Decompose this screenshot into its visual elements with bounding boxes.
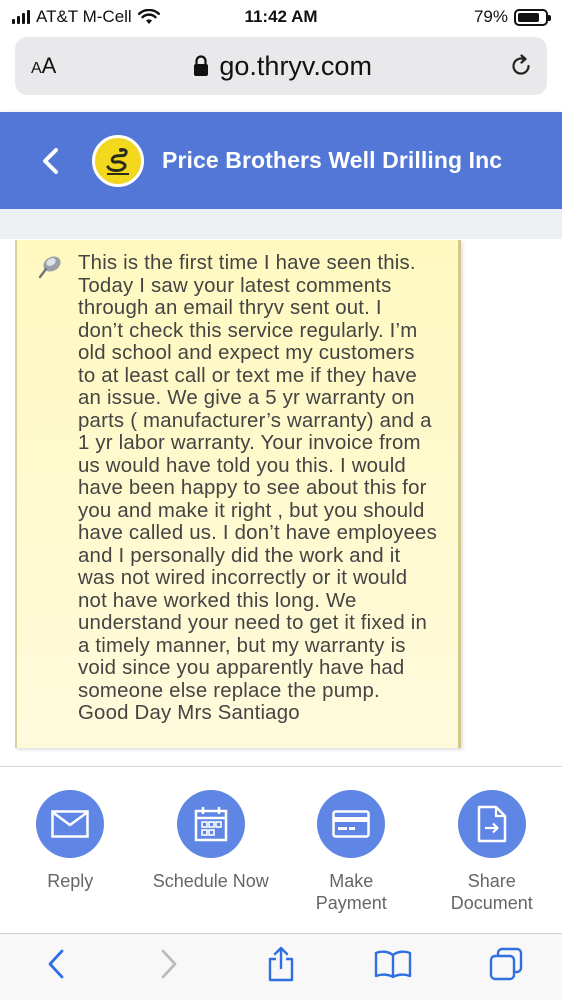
owner-reply-card: This is the first time I have seen this.…: [15, 240, 461, 748]
calendar-icon: [194, 807, 227, 842]
status-bar-left: AT&T M-Cell: [12, 7, 160, 27]
make-payment-action[interactable]: Make Payment: [281, 790, 422, 914]
back-icon: [48, 949, 64, 979]
status-bar-right: 79%: [473, 7, 551, 27]
lock-icon: [194, 55, 209, 76]
browser-forward-button[interactable]: [139, 939, 199, 989]
document-share-icon: [477, 805, 506, 843]
reply-label: Reply: [47, 871, 94, 891]
battery-percent: 79%: [473, 7, 508, 26]
browser-toolbar: [0, 933, 562, 1000]
browser-share-button[interactable]: [251, 939, 311, 989]
back-icon[interactable]: [40, 147, 62, 175]
make-payment-button[interactable]: [317, 790, 386, 858]
signal-strength-icon: [12, 10, 30, 24]
make-payment-label: Make Payment: [315, 871, 387, 913]
bookmarks-icon: [375, 950, 412, 979]
url-display[interactable]: go.thryv.com: [193, 51, 372, 82]
business-name: Price Brothers Well Drilling Inc: [162, 147, 503, 173]
status-bar: AT&T M-Cell 11:42 AM 79%: [0, 0, 562, 34]
business-logo: [92, 134, 144, 187]
owner-reply-text: This is the first time I have seen this.…: [78, 252, 437, 724]
browser-tabs-button[interactable]: [476, 939, 536, 989]
envelope-icon: [51, 810, 89, 838]
wifi-icon: [137, 9, 160, 24]
schedule-now-label: Schedule Now: [152, 871, 269, 891]
address-bar[interactable]: AA go.thryv.com: [15, 37, 547, 95]
schedule-now-action[interactable]: Schedule Now: [141, 790, 282, 914]
snake-flag-logo-icon: [99, 141, 137, 180]
app-header: Price Brothers Well Drilling Inc: [0, 112, 562, 209]
credit-card-icon: [332, 810, 370, 838]
share-document-action[interactable]: Share Document: [422, 790, 562, 914]
share-icon: [268, 946, 294, 982]
browser-back-button[interactable]: [26, 939, 86, 989]
pushpin-icon: [38, 256, 61, 279]
tabs-icon: [489, 947, 522, 981]
forward-icon: [161, 949, 176, 979]
action-bar: Reply Schedule Now Make Payment Share Do…: [0, 790, 562, 914]
carrier-name: AT&T M-Cell: [36, 7, 132, 26]
battery-icon: [514, 8, 551, 26]
share-document-button[interactable]: [457, 790, 526, 858]
share-document-label: Share Document: [450, 871, 533, 913]
header-spacer: [0, 209, 562, 239]
reply-button[interactable]: [36, 790, 105, 858]
reload-icon[interactable]: [509, 54, 533, 78]
browser-bookmarks-button[interactable]: [363, 939, 423, 989]
reply-action[interactable]: Reply: [0, 790, 141, 914]
schedule-now-button[interactable]: [176, 790, 245, 858]
reader-settings-button[interactable]: AA: [31, 53, 56, 79]
url-text: go.thryv.com: [219, 50, 372, 81]
divider: [0, 766, 562, 767]
